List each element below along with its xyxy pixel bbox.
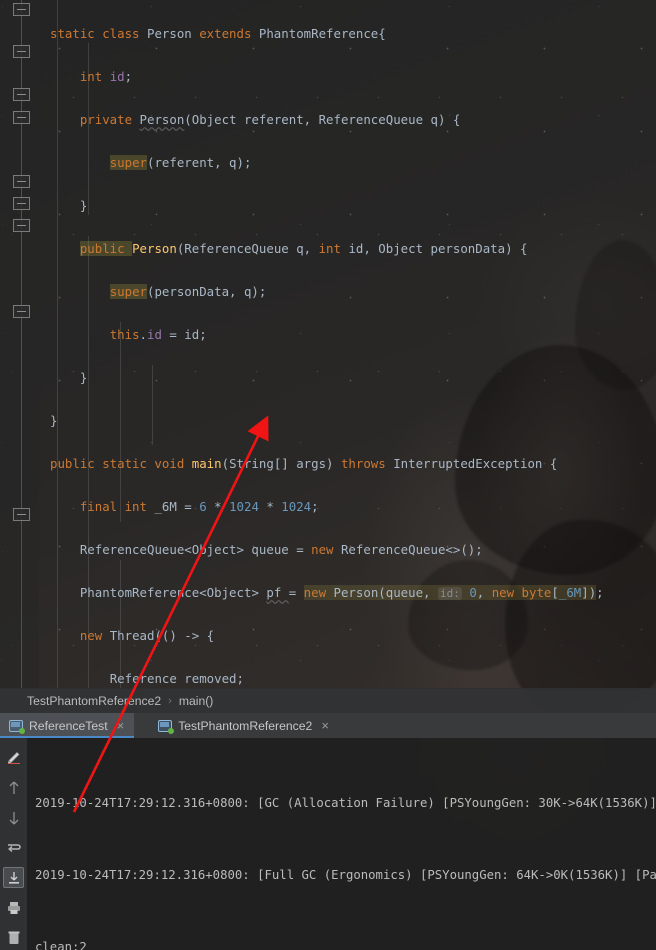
- fold-marker-icon[interactable]: [13, 508, 30, 521]
- code-line: }: [50, 369, 88, 385]
- code-line: public Person(ReferenceQueue q, int id, …: [79, 240, 528, 256]
- trash-icon[interactable]: [3, 927, 24, 948]
- editor-gutter[interactable]: [0, 0, 39, 688]
- gutter-divider: [21, 0, 22, 688]
- run-tab-label: ReferenceTest: [29, 718, 108, 733]
- code-editor[interactable]: static class Person extends PhantomRefer…: [0, 0, 656, 688]
- up-arrow-icon[interactable]: [3, 777, 24, 798]
- console-output[interactable]: 2019-10-24T17:29:12.316+0800: [GC (Alloc…: [27, 738, 656, 950]
- soft-wrap-icon[interactable]: [3, 745, 24, 766]
- rerun-loop-icon[interactable]: [3, 837, 24, 858]
- fold-marker-icon[interactable]: [13, 175, 30, 188]
- fold-marker-icon[interactable]: [13, 219, 30, 232]
- code-line: PhantomReference<Object> pf = new Person…: [79, 584, 604, 600]
- code-line: new Thread(() -> {: [79, 627, 215, 643]
- fold-marker-icon[interactable]: [13, 45, 30, 58]
- fold-marker-icon[interactable]: [13, 197, 30, 210]
- code-line: this.id = id;: [109, 326, 207, 342]
- code-line: }: [50, 197, 88, 213]
- code-line: final int _6M = 6 * 1024 * 1024;: [79, 498, 319, 514]
- breadcrumb[interactable]: TestPhantomReference2 › main(): [0, 688, 656, 713]
- console-line: 2019-10-24T17:29:12.316+0800: [GC (Alloc…: [35, 796, 656, 810]
- breadcrumb-separator-icon: ›: [168, 695, 172, 707]
- close-icon[interactable]: ×: [321, 719, 329, 732]
- run-configuration-icon: [9, 719, 25, 734]
- code-line: }: [50, 412, 58, 428]
- console-line: clean:2: [35, 940, 87, 950]
- code-line: ReferenceQueue<Object> queue = new Refer…: [79, 541, 483, 557]
- fold-marker-icon[interactable]: [13, 88, 30, 101]
- code-line: int id;: [79, 68, 133, 84]
- down-arrow-icon[interactable]: [3, 807, 24, 828]
- code-line: static class Person extends PhantomRefer…: [50, 25, 386, 41]
- code-text[interactable]: static class Person extends PhantomRefer…: [39, 0, 656, 688]
- run-tab-test-phantom-reference2[interactable]: TestPhantomReference2 ×: [134, 713, 339, 738]
- code-line: Reference removed;: [109, 670, 244, 686]
- run-tool-window: ReferenceTest × TestPhantomReference2 ×: [0, 713, 656, 950]
- fold-marker-icon[interactable]: [13, 3, 30, 16]
- fold-marker-icon[interactable]: [13, 305, 30, 318]
- scroll-to-end-icon[interactable]: [3, 867, 24, 888]
- run-tab-label: TestPhantomReference2: [178, 718, 313, 733]
- console-toolbar: [0, 738, 27, 950]
- code-line: private Person(Object referent, Referenc…: [79, 111, 461, 127]
- code-line: super(referent, q);: [109, 154, 252, 170]
- code-line: public static void main(String[] args) t…: [50, 455, 558, 471]
- close-icon[interactable]: ×: [117, 719, 125, 732]
- breadcrumb-method[interactable]: main(): [179, 694, 214, 708]
- print-icon[interactable]: [3, 897, 24, 918]
- console-line: 2019-10-24T17:29:12.316+0800: [Full GC (…: [35, 868, 656, 882]
- breadcrumb-class[interactable]: TestPhantomReference2: [27, 694, 161, 708]
- run-configuration-icon: [158, 719, 175, 734]
- code-line: super(personData, q);: [109, 283, 267, 299]
- fold-marker-icon[interactable]: [13, 111, 30, 124]
- run-tab-bar: ReferenceTest × TestPhantomReference2 ×: [0, 713, 656, 738]
- ide-window: static class Person extends PhantomRefer…: [0, 0, 656, 950]
- run-tab-reference-test[interactable]: ReferenceTest ×: [0, 713, 135, 738]
